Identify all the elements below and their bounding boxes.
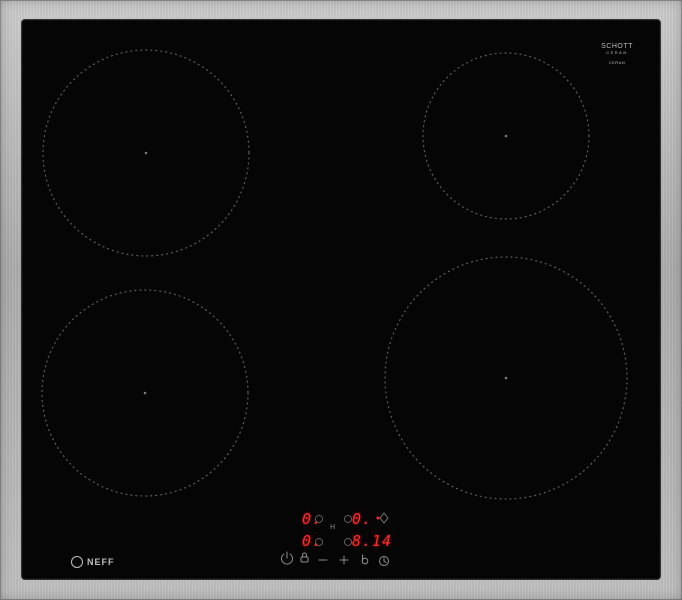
schott-logo-text: SCHOTT: [601, 43, 633, 50]
plus-icon[interactable]: [339, 555, 349, 565]
zone-select-right-bottom-icon[interactable]: [344, 538, 352, 546]
zone-display-left-bottom: 0.: [302, 532, 323, 550]
zone-select-right-top-icon[interactable]: [344, 515, 352, 523]
rear-right-zone-center: [504, 376, 508, 380]
neff-logo-text: NEFF: [87, 557, 115, 567]
zone-display-left-top: 0.: [302, 510, 323, 528]
zone-display-right-bottom: 8.: [352, 532, 373, 550]
schott-ceran-logo: SCHOTT CERAN CERAN: [596, 43, 638, 66]
ceran-small-text: CERAN: [608, 60, 626, 65]
zone-display-right-top: 0.: [352, 510, 373, 528]
timer-display: 14: [372, 532, 393, 550]
hl-indicator: H: [330, 523, 336, 531]
front-right-zone-center: [504, 134, 508, 138]
status-led: [376, 516, 380, 520]
rear-left-zone-center: [143, 391, 147, 395]
lock-icon[interactable]: [300, 552, 309, 563]
residual-heat-icon: [379, 512, 389, 524]
child-lock-icon[interactable]: [361, 554, 369, 565]
cooking-zones: [41, 49, 628, 566]
power-icon[interactable]: [281, 551, 293, 565]
front-left-zone-center: [144, 151, 148, 155]
neff-logo: NEFF: [71, 556, 115, 568]
neff-logo-mark-icon: [71, 556, 83, 568]
timer-icon[interactable]: [379, 556, 389, 566]
cooktop-glass: SCHOTT CERAN CERAN 0. 0. 0. 8. 14 H NEFF: [22, 20, 660, 579]
ceran-logo-text: CERAN: [606, 50, 628, 55]
